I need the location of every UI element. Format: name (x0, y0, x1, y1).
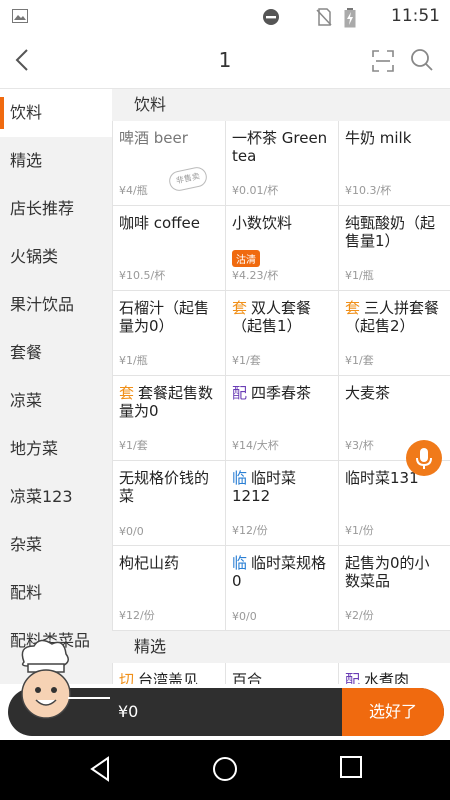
status-time: 11:51 (391, 6, 440, 26)
product-price: ¥12/份 (119, 609, 155, 622)
sidebar-item-condiments[interactable]: 配料 (0, 569, 112, 617)
product-card[interactable]: 咖啡 coffee ¥10.5/杯 (113, 206, 226, 291)
product-name: 四季春茶 (251, 384, 312, 402)
product-grid: 切台湾盖见 百合 配水煮肉 (112, 663, 450, 684)
product-price: ¥10.5/杯 (119, 269, 166, 282)
product-card[interactable]: 枸杞山药 ¥12/份 (113, 546, 226, 631)
sidebar-item-juice[interactable]: 果汁饮品 (0, 281, 112, 329)
set-meal-tag: 套 (345, 299, 361, 317)
product-price: ¥0/0 (119, 525, 144, 538)
system-nav-bar (0, 740, 450, 800)
cart-total: ¥0 (118, 702, 139, 721)
product-card[interactable]: 石榴汁（起售量为0） ¥1/瓶 (113, 291, 226, 376)
sidebar-item-hotpot[interactable]: 火锅类 (0, 233, 112, 281)
product-name: 百合 (232, 671, 263, 684)
sidebar-item-cold-dishes-123[interactable]: 凉菜123 (0, 473, 112, 521)
sidebar-item-cold-dishes[interactable]: 凉菜 (0, 377, 112, 425)
product-card[interactable]: 纯甄酸奶（起售量1） ¥1/瓶 (339, 206, 450, 291)
section-header: 饮料 (112, 89, 450, 121)
product-price: ¥4.23/杯 (232, 269, 279, 282)
product-card[interactable]: 百合 (226, 663, 339, 684)
search-icon[interactable] (410, 48, 434, 76)
product-price: ¥0/0 (232, 610, 257, 623)
product-price: ¥4/瓶 (119, 184, 148, 197)
product-price: ¥2/份 (345, 609, 374, 622)
product-card[interactable]: 小数饮料 沽清 ¥4.23/杯 (226, 206, 339, 291)
status-bar: 11:51 (0, 0, 450, 32)
product-card[interactable]: 啤酒 beer 非售卖 ¥4/瓶 (113, 121, 226, 206)
sidebar-item-misc[interactable]: 杂菜 (0, 521, 112, 569)
product-price: ¥1/瓶 (119, 354, 148, 367)
product-price: ¥14/大杯 (232, 439, 279, 452)
product-name: 小数饮料 (232, 214, 293, 232)
product-name: 台湾盖见 (138, 671, 199, 684)
product-name: 石榴汁（起售量为0） (119, 299, 210, 335)
product-price: ¥1/套 (119, 439, 148, 452)
nav-recents-icon[interactable] (340, 756, 362, 782)
product-card[interactable]: 无规格价钱的菜 ¥0/0 (113, 461, 226, 546)
product-price: ¥10.3/杯 (345, 184, 392, 197)
product-price: ¥12/份 (232, 524, 268, 537)
scan-icon[interactable] (372, 50, 394, 76)
product-price: ¥1/套 (345, 354, 374, 367)
product-name: 水煮肉 (364, 671, 410, 684)
condiment-tag: 配 (232, 384, 248, 402)
product-card[interactable]: 套双人套餐（起售1） ¥1/套 (226, 291, 339, 376)
product-card[interactable]: 牛奶 milk ¥10.3/杯 (339, 121, 450, 206)
temporary-tag: 临 (232, 469, 248, 487)
product-list: 饮料 啤酒 beer 非售卖 ¥4/瓶 一杯茶 Green tea ¥0.01/… (112, 89, 450, 684)
product-card[interactable]: 套三人拼套餐（起售2） ¥1/套 (339, 291, 450, 376)
product-name: 牛奶 milk (345, 129, 412, 147)
set-meal-tag: 套 (119, 384, 135, 402)
app-header: 1 (0, 32, 450, 89)
condiment-tag: 配 (345, 671, 361, 684)
set-meal-tag: 套 (232, 299, 248, 317)
product-price: ¥3/杯 (345, 439, 374, 452)
nav-home-icon[interactable] (212, 756, 238, 786)
product-name: 无规格价钱的菜 (119, 469, 210, 505)
battery-charging-icon (344, 8, 356, 32)
product-card[interactable]: 一杯茶 Green tea ¥0.01/杯 (226, 121, 339, 206)
product-name: 起售为0的小数菜品 (345, 554, 430, 590)
temporary-tag: 临 (232, 554, 248, 572)
product-card[interactable]: 起售为0的小数菜品 ¥2/份 (339, 546, 450, 631)
product-price: ¥1/套 (232, 354, 261, 367)
do-not-disturb-icon (262, 8, 280, 30)
product-price: ¥0.01/杯 (232, 184, 279, 197)
product-name: 纯甄酸奶（起售量1） (345, 214, 436, 250)
voice-input-button[interactable] (406, 440, 442, 476)
product-name: 一杯茶 Green tea (232, 129, 328, 165)
sidebar-item-featured[interactable]: 精选 (0, 137, 112, 185)
sidebar-item-local-dishes[interactable]: 地方菜 (0, 425, 112, 473)
product-card[interactable]: 切台湾盖见 (113, 663, 226, 684)
sidebar-item-manager-picks[interactable]: 店长推荐 (0, 185, 112, 233)
product-card[interactable]: 临临时菜1212 ¥12/份 (226, 461, 339, 546)
product-price: ¥1/瓶 (345, 269, 374, 282)
product-card[interactable]: 临临时菜规格0 ¥0/0 (226, 546, 339, 631)
checkout-button[interactable]: 选好了 (342, 688, 444, 736)
chef-mascot-icon[interactable] (6, 636, 116, 728)
category-sidebar: 饮料 精选 店长推荐 火锅类 果汁饮品 套餐 凉菜 地方菜 凉菜123 杂菜 配… (0, 89, 112, 684)
not-for-sale-stamp: 非售卖 (167, 165, 209, 193)
nav-back-icon[interactable] (88, 756, 112, 786)
product-name: 咖啡 coffee (119, 214, 200, 232)
no-sim-icon (316, 8, 332, 30)
product-grid: 啤酒 beer 非售卖 ¥4/瓶 一杯茶 Green tea ¥0.01/杯 牛… (112, 121, 450, 631)
product-card[interactable]: 套套餐起售数量为0 ¥1/套 (113, 376, 226, 461)
sidebar-item-set-meal[interactable]: 套餐 (0, 329, 112, 377)
image-icon (12, 8, 28, 27)
cut-tag: 切 (119, 671, 135, 684)
sold-out-badge: 沽清 (232, 250, 260, 267)
product-card[interactable]: 配四季春茶 ¥14/大杯 (226, 376, 339, 461)
product-name: 枸杞山药 (119, 554, 180, 572)
product-card[interactable]: 配水煮肉 (339, 663, 450, 684)
microphone-icon (406, 448, 442, 480)
product-price: ¥1/份 (345, 524, 374, 537)
product-name: 大麦茶 (345, 384, 391, 402)
section-header: 精选 (112, 631, 450, 663)
sidebar-item-drinks[interactable]: 饮料 (0, 89, 112, 137)
product-name: 啤酒 beer (119, 129, 188, 147)
